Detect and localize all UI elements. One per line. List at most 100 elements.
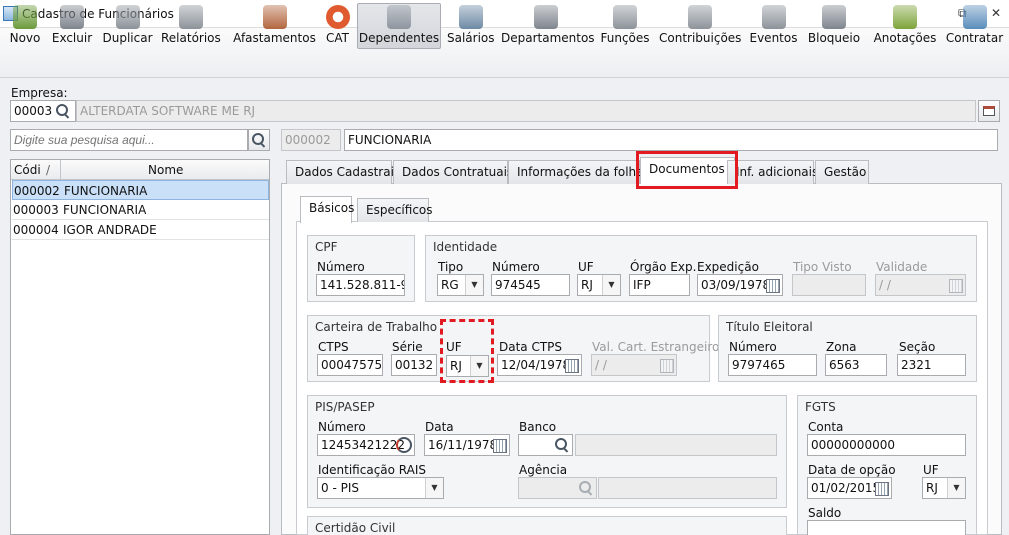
- empresa-code: 00003: [14, 104, 53, 118]
- tab-gestao[interactable]: Gestão: [815, 160, 869, 184]
- tab-inf-adicionais[interactable]: Inf. adicionais: [727, 160, 818, 184]
- ctps-data-field[interactable]: 12/04/1978: [497, 354, 582, 376]
- pis-data-label: Data: [425, 420, 454, 434]
- table-row[interactable]: 000002 FUNCIONARIA: [12, 180, 269, 200]
- chevron-down-icon[interactable]: ▼: [602, 275, 620, 295]
- pis-data-field[interactable]: 16/11/1978: [424, 434, 510, 456]
- pis-numero-label: Número: [318, 420, 366, 434]
- fgts-conta-field[interactable]: 00000000000: [807, 434, 966, 456]
- chevron-down-icon[interactable]: ▼: [465, 275, 483, 295]
- fgts-uf-label: UF: [923, 463, 939, 477]
- search-button[interactable]: [248, 129, 270, 151]
- ctps-val-value: / /: [595, 358, 607, 372]
- dependentes-button[interactable]: Dependentes: [357, 3, 441, 49]
- cpf-numero-label: Número: [317, 260, 365, 274]
- house-arrow-icon: [262, 5, 287, 29]
- id-uf-select[interactable]: RJ ▼: [577, 274, 621, 296]
- toolbar-label: Eventos: [749, 31, 798, 45]
- pis-numero-field[interactable]: 12453421222: [317, 434, 415, 456]
- ctps-serie-field[interactable]: 00132: [391, 354, 437, 376]
- empresa-card-button[interactable]: [978, 100, 1000, 122]
- tab-informacoes-da-folha[interactable]: Informações da folha: [508, 160, 644, 184]
- search-icon[interactable]: [553, 436, 571, 454]
- fgts-conta-value: 00000000000: [811, 438, 895, 452]
- id-expedicao-field[interactable]: 03/09/1978: [697, 274, 783, 296]
- id-expedicao-label: Expedição: [697, 260, 759, 274]
- tab-dados-cadastrais[interactable]: Dados Cadastrais: [286, 160, 400, 184]
- employee-list[interactable]: Códi / Nome 000002 FUNCIONARIA 000003 FUNCI…: [10, 159, 270, 535]
- calendar-icon[interactable]: [763, 276, 781, 294]
- search-input[interactable]: [10, 129, 248, 151]
- pis-rais-select[interactable]: 0 - PIS ▼: [317, 477, 444, 499]
- current-name-field[interactable]: FUNCIONARIA: [344, 129, 998, 151]
- pis-banco-field[interactable]: [518, 434, 573, 456]
- toolbar-label: CAT: [326, 31, 349, 45]
- toolbar-label: Afastamentos: [233, 31, 316, 45]
- calendar-icon[interactable]: [490, 436, 508, 454]
- id-validade-value: / /: [879, 278, 891, 292]
- relatorios-button[interactable]: Relatórios: [161, 3, 221, 49]
- new-user-icon: [13, 5, 37, 29]
- eventos-button[interactable]: Eventos: [747, 3, 800, 49]
- titulo-title: Título Eleitoral: [726, 320, 813, 334]
- cat-button[interactable]: CAT: [321, 3, 354, 49]
- contratar-button[interactable]: Contratar: [944, 3, 1005, 49]
- subtab-especificos[interactable]: Específicos: [357, 198, 433, 222]
- fgts-opcao-field[interactable]: 01/02/2015: [807, 477, 892, 499]
- note-check-icon: [893, 5, 917, 29]
- funcoes-button[interactable]: Funções: [599, 3, 651, 49]
- bloqueio-button[interactable]: Bloqueio: [805, 3, 863, 49]
- fgts-title: FGTS: [805, 400, 836, 414]
- pis-data-value: 16/11/1978: [428, 438, 498, 452]
- titulo-numero-value: 9797465: [732, 358, 786, 372]
- lock-icon: [822, 5, 846, 29]
- hire-check-icon: [962, 5, 987, 29]
- empresa-label: Empresa:: [11, 86, 68, 100]
- col-name-header[interactable]: Nome: [148, 163, 183, 177]
- refresh-icon[interactable]: [396, 437, 412, 453]
- calendar-icon[interactable]: [562, 356, 580, 374]
- departamentos-button[interactable]: Departamentos: [501, 3, 595, 49]
- table-row[interactable]: 000004 IGOR ANDRADE: [12, 220, 269, 240]
- fgts-opcao-label: Data de opção: [808, 463, 896, 477]
- fgts-conta-label: Conta: [808, 420, 844, 434]
- row-name: FUNCIONARIA: [64, 184, 148, 198]
- titulo-secao-field[interactable]: 2321: [897, 354, 966, 376]
- titulo-numero-field[interactable]: 9797465: [728, 354, 817, 376]
- ctps-field[interactable]: 00047575: [317, 354, 383, 376]
- titulo-zona-field[interactable]: 6563: [825, 354, 887, 376]
- anotacoes-button[interactable]: Anotações: [872, 3, 938, 49]
- calendar-icon[interactable]: [872, 479, 890, 497]
- contribuicoes-button[interactable]: Contribuições: [659, 3, 741, 49]
- id-orgao-label: Órgão Exp.: [630, 260, 697, 274]
- toolbar-label: Relatórios: [161, 31, 221, 45]
- afastamentos-button[interactable]: Afastamentos: [232, 3, 317, 49]
- red-cross-icon: [325, 5, 350, 29]
- col-code-header[interactable]: Códi: [14, 163, 41, 177]
- id-orgao-field[interactable]: IFP: [629, 274, 690, 296]
- excluir-button[interactable]: Excluir: [51, 3, 93, 49]
- subtab-basicos[interactable]: Básicos: [300, 196, 354, 223]
- badge-icon: [613, 5, 637, 29]
- id-numero-field[interactable]: 974545: [491, 274, 570, 296]
- chevron-down-icon[interactable]: ▼: [947, 478, 965, 498]
- row-code: 000003: [13, 203, 59, 217]
- duplicar-button[interactable]: Duplicar: [101, 3, 154, 49]
- ctps-data-label: Data CTPS: [499, 340, 563, 354]
- pis-banco-name-field: [575, 434, 777, 456]
- titulo-secao-label: Seção: [899, 340, 936, 354]
- id-tipo-select[interactable]: RG ▼: [437, 274, 484, 296]
- table-row[interactable]: 000003 FUNCIONARIA: [12, 200, 269, 220]
- novo-button[interactable]: Novo: [4, 3, 46, 49]
- people-icon: [688, 5, 712, 29]
- cpf-field[interactable]: 141.528.811-94: [316, 274, 405, 296]
- chevron-down-icon[interactable]: ▼: [425, 478, 443, 498]
- titulo-numero-label: Número: [729, 340, 777, 354]
- fgts-saldo-field[interactable]: [807, 520, 966, 535]
- salarios-button[interactable]: Salários: [447, 3, 495, 49]
- pis-agencia-label: Agência: [519, 463, 568, 477]
- fgts-uf-select[interactable]: RJ ▼: [922, 477, 966, 499]
- empresa-search-icon[interactable]: [54, 102, 72, 120]
- tab-dados-contratuais[interactable]: Dados Contratuais: [393, 160, 513, 184]
- pis-rais-value: 0 - PIS: [321, 481, 359, 495]
